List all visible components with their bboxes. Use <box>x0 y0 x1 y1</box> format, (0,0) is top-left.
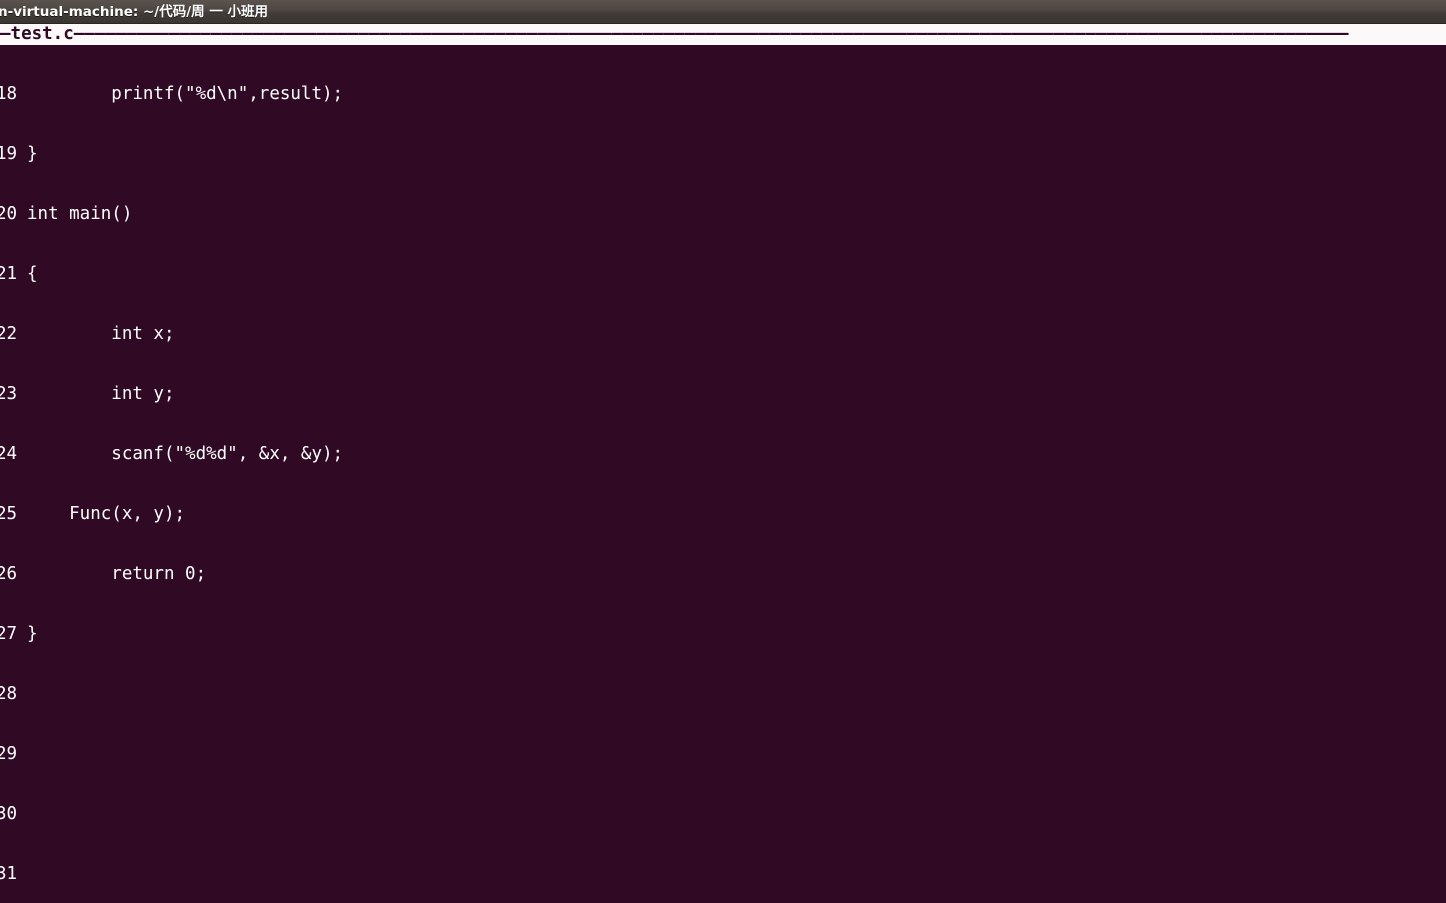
source-line-number: 28 <box>0 684 18 704</box>
source-line-number: 25 <box>0 504 18 524</box>
source-line-number: 22 <box>0 324 18 344</box>
source-line: 31 <box>0 863 1446 885</box>
source-line-number: 20 <box>0 204 18 224</box>
source-line-text <box>16 743 27 765</box>
window-titlebar[interactable]: n-virtual-machine: ~/代码/周 一 小班用 <box>0 0 1446 24</box>
source-line-number: 19 <box>0 144 18 164</box>
source-line: 26 return 0; <box>0 563 1446 585</box>
source-line-number: 30 <box>0 804 18 824</box>
source-line-text: printf("%d\n",result); <box>27 84 344 104</box>
source-line: 29 <box>0 743 1446 765</box>
source-line-text: } <box>27 624 38 644</box>
source-line-number: 29 <box>0 744 18 764</box>
source-line-number: 21 <box>0 264 18 284</box>
source-line-text: int x; <box>27 324 175 344</box>
source-line: 28 <box>0 683 1446 705</box>
source-line-number: 24 <box>0 444 18 464</box>
source-line: 20 int main() <box>0 203 1446 225</box>
source-line-text <box>16 863 27 885</box>
source-line-text: return 0; <box>27 564 207 584</box>
source-line: 24 scanf("%d%d", &x, &y); <box>0 443 1446 465</box>
source-line-text: Func(x, y); <box>27 504 186 524</box>
window-title: n-virtual-machine: ~/代码/周 一 小班用 <box>0 3 269 20</box>
source-line: 21 { <box>0 263 1446 285</box>
source-line: 19 } <box>0 143 1446 165</box>
source-line: 30 <box>0 803 1446 825</box>
source-line-text: scanf("%d%d", &x, &y); <box>27 444 344 464</box>
source-pane-title: —test.c—————————————————————————————————… <box>0 24 1446 45</box>
source-line: 22 int x; <box>0 323 1446 345</box>
source-line-text <box>16 803 27 825</box>
source-line-text: { <box>27 264 38 284</box>
source-line-text: } <box>27 144 38 164</box>
source-line-number: 27 <box>0 624 18 644</box>
source-line: 25 Func(x, y); <box>0 503 1446 525</box>
source-line: 18 printf("%d\n",result); <box>0 83 1446 105</box>
terminal-emulator[interactable]: —test.c—————————————————————————————————… <box>0 24 1446 903</box>
source-line: 27 } <box>0 623 1446 645</box>
source-line-number: 18 <box>0 84 18 104</box>
source-line: 23 int y; <box>0 383 1446 405</box>
source-code-pane[interactable]: 18 printf("%d\n",result); 19 } 20 int ma… <box>0 45 1446 903</box>
source-line-text: int y; <box>27 384 175 404</box>
source-line-number: 31 <box>0 864 18 884</box>
source-line-text: int main() <box>27 204 133 224</box>
source-line-number: 23 <box>0 384 18 404</box>
source-line-text <box>16 683 27 705</box>
source-line-number: 26 <box>0 564 18 584</box>
